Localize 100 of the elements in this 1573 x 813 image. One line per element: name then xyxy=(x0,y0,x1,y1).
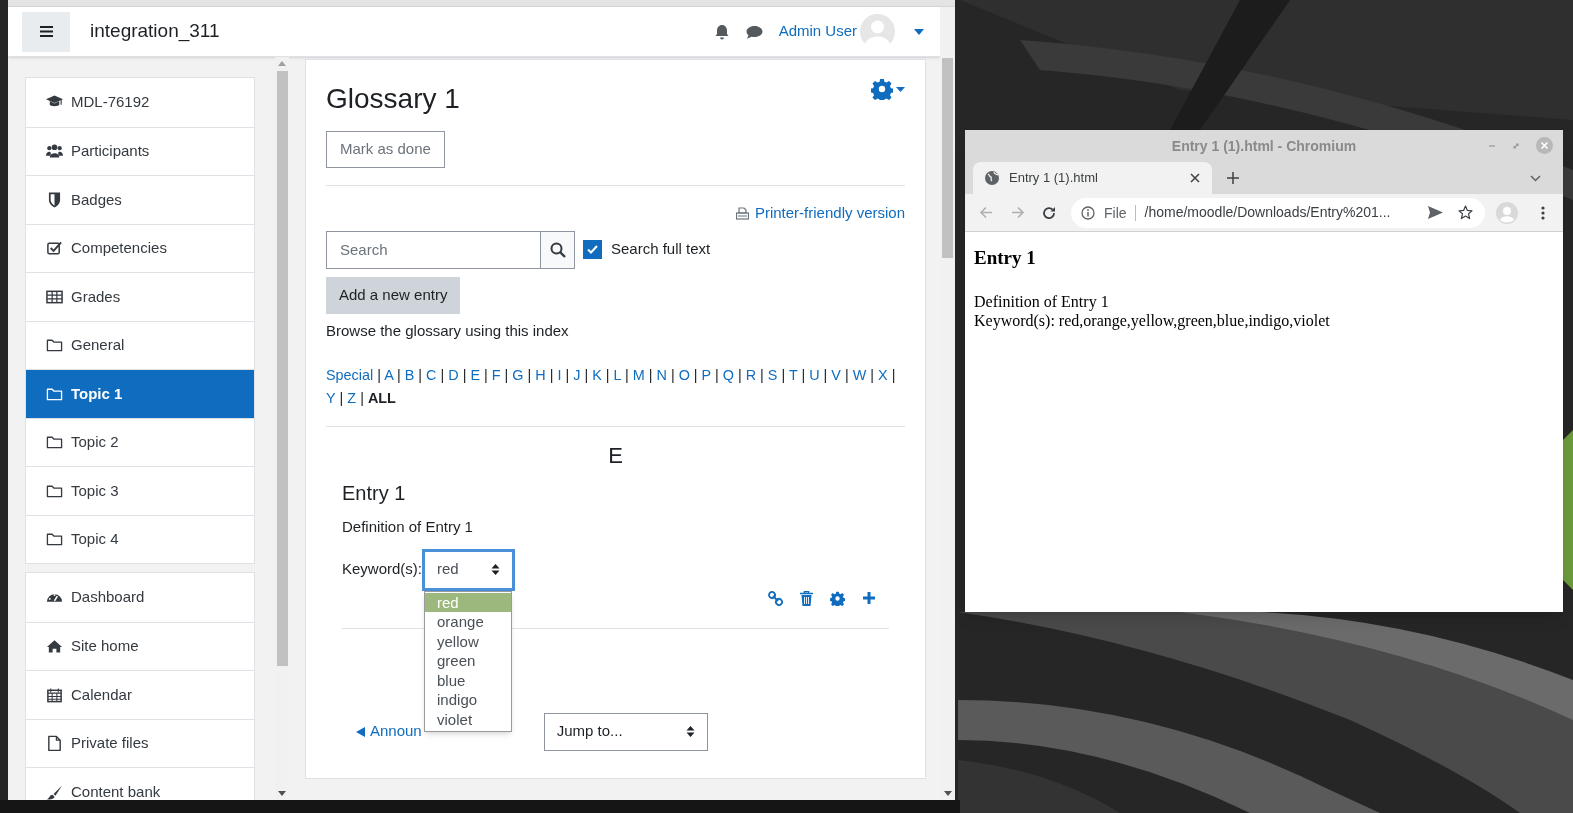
index-separator: | xyxy=(462,367,467,383)
folder-icon xyxy=(46,434,63,451)
index-letter-link[interactable]: Y xyxy=(326,390,336,406)
index-separator: | xyxy=(339,390,344,406)
chat-icon[interactable] xyxy=(745,24,763,39)
sort-arrows-icon xyxy=(685,725,695,738)
index-letter-link[interactable]: E xyxy=(470,367,480,383)
address-bar[interactable]: File /home/moodle/Downloads/Entry%201... xyxy=(1071,197,1485,228)
index-separator: | xyxy=(760,367,764,383)
checkbox[interactable] xyxy=(583,240,602,259)
sidebar-item[interactable]: Topic 2 xyxy=(26,417,254,466)
scroll-down-arrow-icon[interactable] xyxy=(943,791,952,796)
dropdown-option[interactable]: indigo xyxy=(425,690,512,711)
index-letter-link[interactable]: J xyxy=(573,367,581,383)
site-name[interactable]: integration_311 xyxy=(90,17,220,46)
index-letter-link[interactable]: R xyxy=(745,367,757,383)
caret-icon[interactable] xyxy=(914,28,924,35)
tab-list-caret-icon[interactable] xyxy=(1530,175,1541,182)
index-letter-link[interactable]: Special xyxy=(326,367,374,383)
settings-icon[interactable] xyxy=(830,590,845,606)
folder-icon xyxy=(46,337,63,354)
jump-to-select[interactable]: Jump to... xyxy=(543,712,708,751)
search-button[interactable] xyxy=(541,230,575,269)
index-letter-link[interactable]: T xyxy=(788,367,798,383)
sidebar-item[interactable]: Private files xyxy=(26,718,254,767)
index-letter-link[interactable]: V xyxy=(831,367,841,383)
index-letter-link[interactable]: P xyxy=(701,367,711,383)
dropdown-option[interactable]: blue xyxy=(425,670,512,691)
new-tab-icon[interactable] xyxy=(1227,172,1239,184)
index-letter-link[interactable]: K xyxy=(592,367,602,383)
index-letter-link[interactable]: D xyxy=(448,367,459,383)
dropdown-option[interactable]: yellow xyxy=(425,631,512,652)
dropdown-option[interactable]: orange xyxy=(425,612,512,632)
document-heading: Entry 1 xyxy=(974,246,1037,270)
scrollbar-thumb[interactable] xyxy=(942,58,953,258)
index-letter-link[interactable]: N xyxy=(656,367,667,383)
dropdown-option[interactable]: violet xyxy=(425,710,512,730)
index-letter-link[interactable]: B xyxy=(404,367,415,383)
checkbox-icon xyxy=(46,240,63,257)
sidebar-item[interactable]: Calendar xyxy=(26,670,254,719)
reload-icon[interactable] xyxy=(1042,205,1056,220)
shield-icon xyxy=(46,191,63,208)
index-separator: | xyxy=(670,367,675,383)
scroll-down-arrow-icon[interactable] xyxy=(278,791,286,796)
bell-icon[interactable] xyxy=(714,23,729,40)
sidebar-item[interactable]: Dashboard xyxy=(26,573,254,622)
menu-button[interactable] xyxy=(22,11,70,52)
sidebar-item[interactable]: MDL-76192 xyxy=(26,78,254,127)
sidebar-item[interactable]: Participants xyxy=(26,126,254,175)
settings-button[interactable] xyxy=(871,78,905,100)
index-letter-link[interactable]: M xyxy=(632,367,645,383)
index-letter-link[interactable]: F xyxy=(491,367,501,383)
index-letter-link[interactable]: C xyxy=(426,367,437,383)
index-separator: | xyxy=(737,367,742,383)
sidebar-item[interactable]: Topic 3 xyxy=(26,466,254,515)
index-letter-link[interactable]: Q xyxy=(722,367,734,383)
search-field[interactable]: Search xyxy=(326,230,541,269)
dropdown-option[interactable]: green xyxy=(425,651,512,671)
sidebar-item[interactable]: Site home xyxy=(26,621,254,670)
index-letter-link[interactable]: L xyxy=(613,367,621,383)
index-letter-link[interactable]: I xyxy=(557,367,562,383)
printer-friendly-link[interactable]: Printer-friendly version xyxy=(735,202,905,225)
index-separator: | xyxy=(440,367,445,383)
sort-arrows-icon xyxy=(491,563,501,576)
plus-icon[interactable] xyxy=(862,590,876,605)
close-icon[interactable] xyxy=(1190,173,1200,183)
previous-activity-link[interactable]: Announ xyxy=(356,720,422,743)
sidebar-item[interactable]: Topic 1 xyxy=(26,369,254,418)
index-letter-link[interactable]: U xyxy=(809,367,820,383)
index-letter-link[interactable]: A xyxy=(384,367,393,383)
scrollbar-thumb[interactable] xyxy=(276,71,288,666)
index-letter-link[interactable]: H xyxy=(535,367,546,383)
index-separator: | xyxy=(397,367,401,383)
browser-tab[interactable]: Entry 1 (1).html xyxy=(973,162,1212,194)
sidebar-item[interactable]: Badges xyxy=(26,175,254,224)
send-icon[interactable] xyxy=(1428,206,1443,219)
index-separator: | xyxy=(870,367,875,383)
keyword-select[interactable]: red xyxy=(422,548,516,591)
index-letter-link[interactable]: O xyxy=(678,367,690,383)
sidebar-item[interactable]: Competencies xyxy=(26,223,254,272)
index-letter-link[interactable]: X xyxy=(878,367,888,383)
more-menu-icon[interactable] xyxy=(1541,205,1545,220)
trash-icon[interactable] xyxy=(800,590,813,606)
add-entry-button[interactable]: Add a new entry xyxy=(326,276,461,314)
star-icon[interactable] xyxy=(1458,205,1473,220)
link-icon[interactable] xyxy=(768,590,783,606)
sidebar-item[interactable]: Content bank xyxy=(26,767,254,800)
check-icon xyxy=(587,245,598,254)
index-letter-link[interactable]: ALL xyxy=(367,390,396,406)
index-letter-link[interactable]: S xyxy=(767,367,778,383)
checkbox-label[interactable]: Search full text xyxy=(611,238,711,261)
index-letter-link[interactable]: Z xyxy=(347,390,357,406)
menu-icon xyxy=(39,26,53,37)
user-name[interactable]: Admin User xyxy=(778,20,857,43)
mark-done-button[interactable]: Mark as done xyxy=(326,131,445,168)
sidebar-item[interactable]: Grades xyxy=(26,272,254,321)
index-letter-link[interactable]: G xyxy=(512,367,524,383)
index-letter-link[interactable]: W xyxy=(852,367,867,383)
sidebar-item[interactable]: Topic 4 xyxy=(26,514,254,563)
index-separator: | xyxy=(693,367,698,383)
